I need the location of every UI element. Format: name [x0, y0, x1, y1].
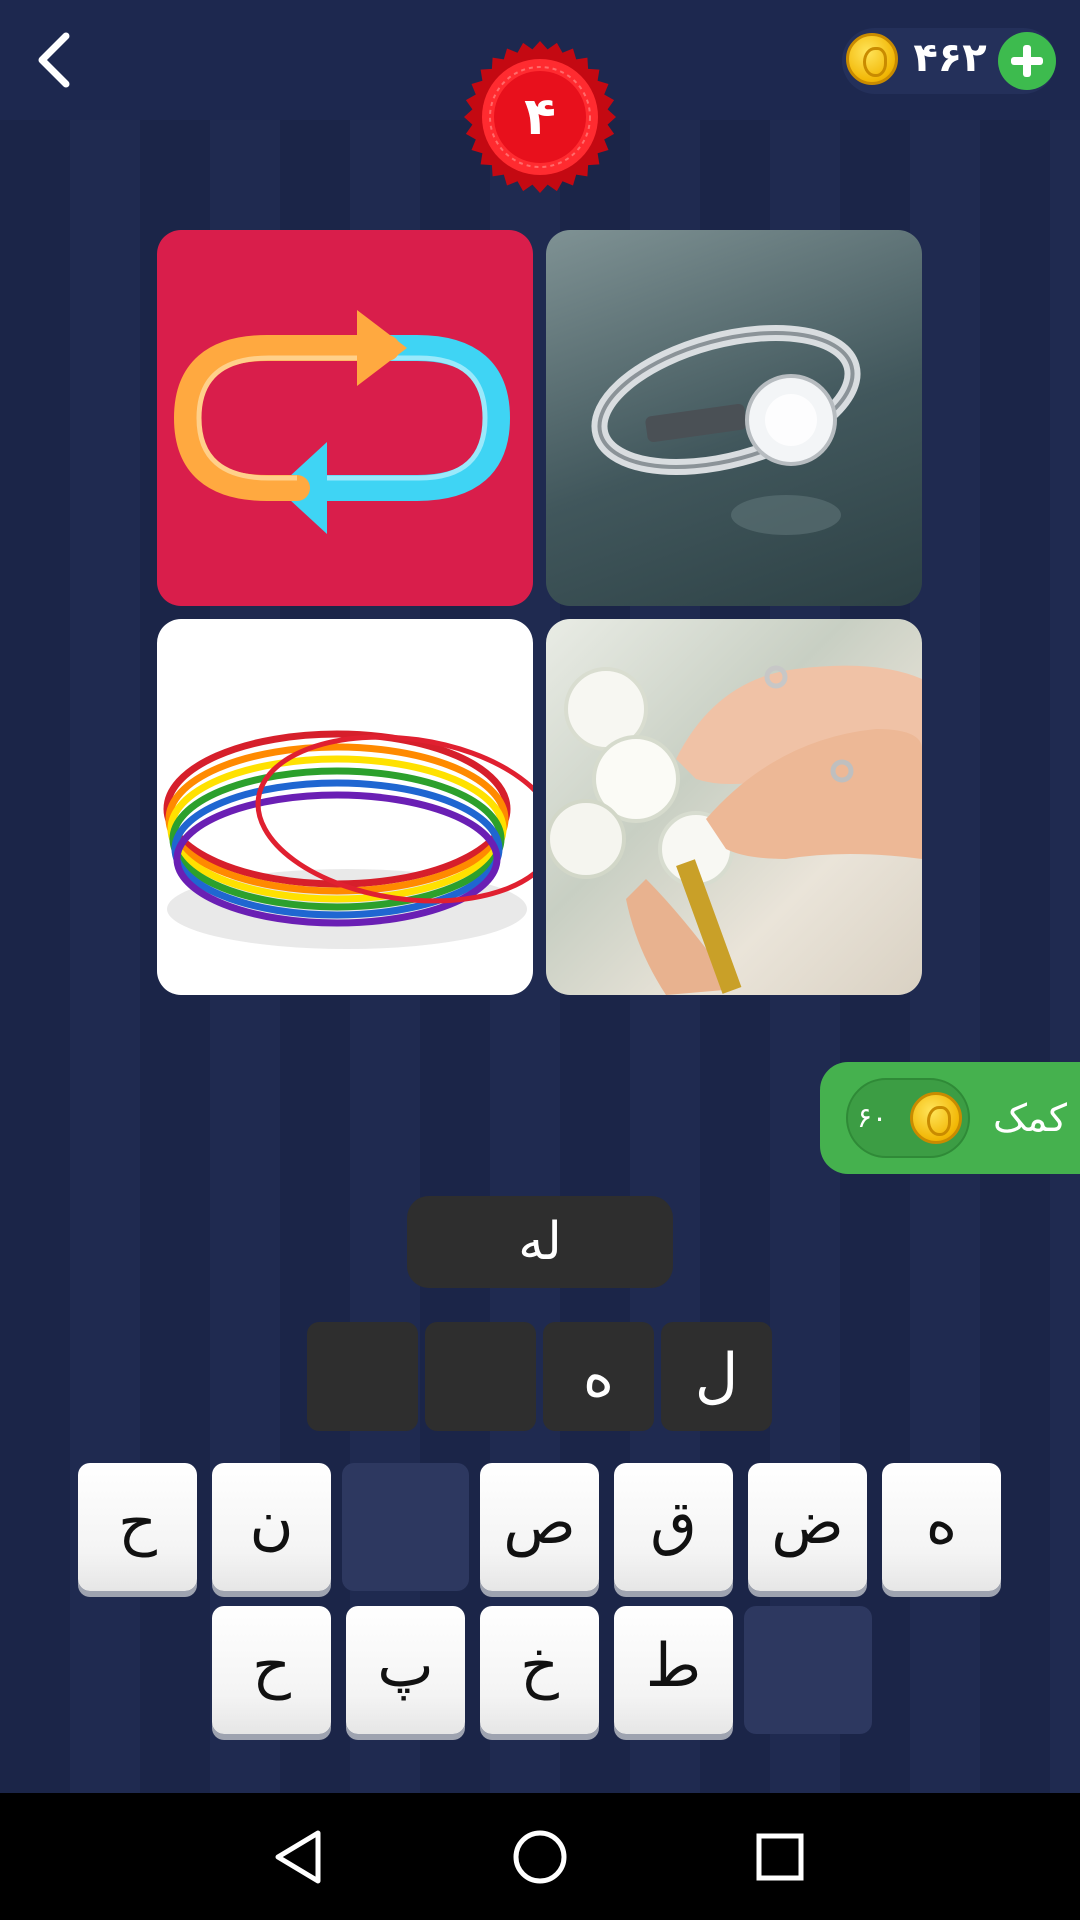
repeat-arrows-image[interactable]: [157, 230, 533, 606]
hint-label: کمک: [992, 1096, 1068, 1140]
letter-key[interactable]: ح: [212, 1606, 331, 1734]
letter-key[interactable]: ص: [480, 1463, 599, 1591]
answer-slot-2[interactable]: [425, 1322, 536, 1431]
hint-cost-pill: ۶۰: [846, 1078, 970, 1158]
letter-key[interactable]: خ: [480, 1606, 599, 1734]
coin-icon: [846, 33, 898, 85]
letter-key[interactable]: ح: [78, 1463, 197, 1591]
letter-key[interactable]: پ: [346, 1606, 465, 1734]
chevron-left-icon: [38, 32, 70, 88]
circle-home-icon: [513, 1830, 567, 1884]
system-navigation-bar: [0, 1793, 1080, 1920]
system-home-button[interactable]: [504, 1821, 576, 1893]
repeat-arrows-icon: [173, 310, 511, 534]
letter-key[interactable]: ه: [882, 1463, 1001, 1591]
system-back-button[interactable]: [264, 1821, 336, 1893]
wedding-hands-icon: [546, 665, 922, 995]
wedding-hands-image[interactable]: [546, 619, 922, 995]
letter-key[interactable]: ن: [212, 1463, 331, 1591]
diamond-ring-image[interactable]: [546, 230, 922, 606]
hint-cost: ۶۰: [856, 1101, 888, 1134]
add-coins-button[interactable]: [998, 32, 1056, 90]
hint-button[interactable]: ۶۰ کمک: [820, 1062, 1080, 1174]
back-button[interactable]: [30, 28, 80, 92]
triangle-back-icon: [275, 1830, 321, 1884]
diamond-ring-icon: [591, 324, 861, 535]
system-recents-button[interactable]: [744, 1821, 816, 1893]
answer-slot-3[interactable]: ه: [543, 1322, 654, 1431]
answer-slot-4[interactable]: ل: [661, 1322, 772, 1431]
coin-icon: [910, 1092, 962, 1144]
level-number: ۴: [524, 87, 556, 147]
coin-count: ۴۶۲: [913, 35, 987, 81]
rainbow-bangles-image[interactable]: [157, 619, 533, 995]
letter-key-used: [342, 1463, 469, 1591]
answer-slot-1[interactable]: [307, 1322, 418, 1431]
partial-word-display: له: [407, 1196, 673, 1288]
letter-key[interactable]: ط: [614, 1606, 733, 1734]
letter-key[interactable]: ض: [748, 1463, 867, 1591]
square-recents-icon: [756, 1833, 804, 1881]
letter-key-used: [744, 1606, 872, 1734]
level-badge: ۴: [463, 40, 617, 194]
bangles-icon: [163, 730, 533, 949]
letter-key[interactable]: ق: [614, 1463, 733, 1591]
